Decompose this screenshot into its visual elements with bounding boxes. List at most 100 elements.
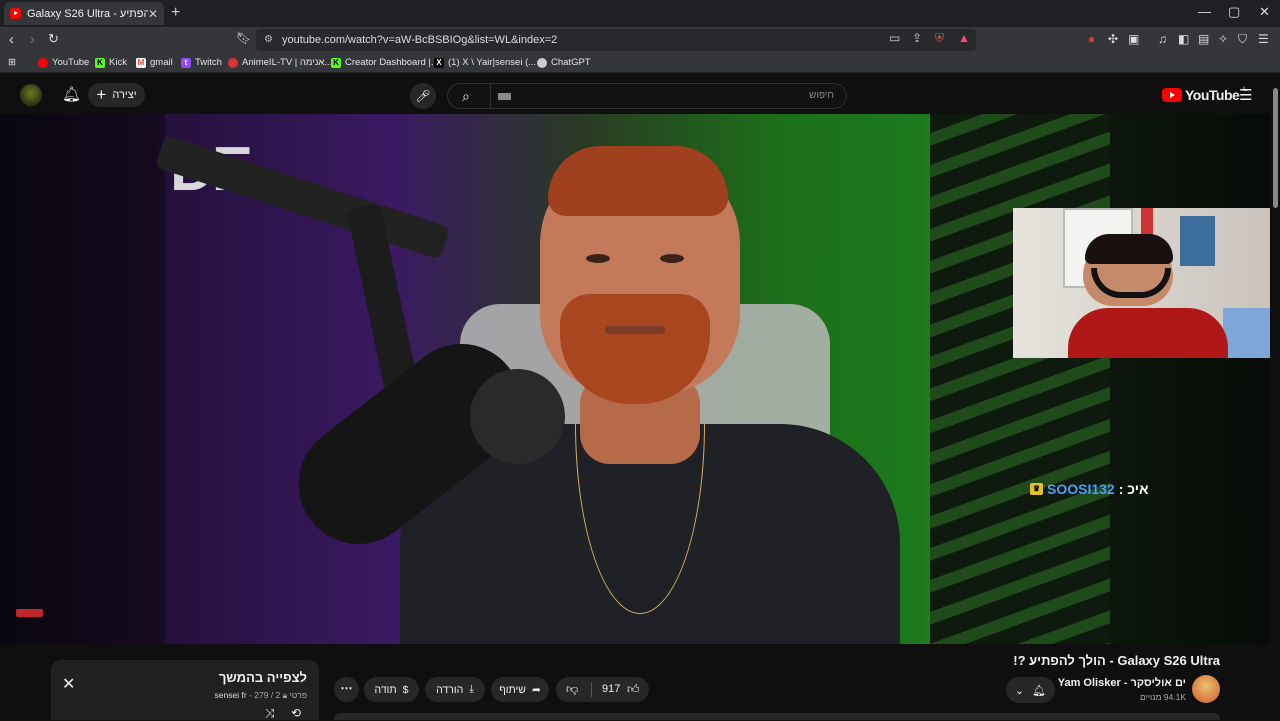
guide-menu-icon[interactable]: ☰ xyxy=(1239,86,1252,104)
channel-name[interactable]: Yam Olisker - ים אוליסקר xyxy=(1058,677,1186,689)
scrollbar-thumb[interactable] xyxy=(1273,88,1278,208)
close-tab-icon[interactable]: ✕ xyxy=(148,7,158,21)
reload-icon[interactable]: ↻ xyxy=(48,31,59,47)
bookmark-label: ChatGPT xyxy=(551,57,591,68)
cast-icon[interactable]: ▭ xyxy=(889,31,900,45)
webcam-poster xyxy=(1180,216,1215,266)
lock-icon: 🔒︎ xyxy=(282,690,288,700)
like-divider xyxy=(591,682,592,697)
screenshot-icon[interactable]: ▣ xyxy=(1128,32,1139,46)
share-button[interactable]: ➦ שיתוף xyxy=(491,677,549,702)
video-player[interactable]: DE איכ : SOOSI132 ♛ xyxy=(0,114,1270,644)
bookmark-label: AnimeIL-TV | אנימה... xyxy=(242,57,333,68)
like-icon[interactable]: 👍︎ xyxy=(627,682,640,697)
playlist-title[interactable]: לצפייה בהמשך xyxy=(219,670,307,685)
search-input[interactable]: ⌕ חיפוש xyxy=(447,83,847,109)
notifications-bell-icon: 🔔︎ xyxy=(1032,684,1047,697)
playlist-privacy: פרטי xyxy=(289,690,307,700)
keyboard-icon[interactable] xyxy=(498,93,511,100)
acoustic-panel-stripes xyxy=(930,114,1110,644)
sidebar-icon[interactable]: ◧ xyxy=(1178,32,1189,46)
bookmark-label: gmail xyxy=(150,57,173,68)
create-button[interactable]: יצירה + xyxy=(88,83,145,107)
browser-menu-icon[interactable]: ☰ xyxy=(1258,32,1269,46)
bookmark-creator-dashboard[interactable]: K Creator Dashboard |... xyxy=(331,57,439,68)
download-button[interactable]: ⤓ הורדה xyxy=(425,677,485,702)
tab-title: Galaxy S26 Ultra - הולך להפתיע xyxy=(27,7,148,20)
twitch-bookmark-icon: t xyxy=(181,57,191,68)
music-icon[interactable]: ♫ xyxy=(1158,32,1167,46)
plus-icon: + xyxy=(96,85,107,104)
account-avatar[interactable] xyxy=(20,84,42,106)
bookmarks-bar: ⊞ YouTube K Kick Mgmail t Twitch AnimeIL-T… xyxy=(0,53,1280,73)
dislike-icon[interactable]: 👎︎ xyxy=(566,682,578,697)
crown-badge-icon: ♛ xyxy=(1030,483,1043,495)
channel-avatar[interactable] xyxy=(1192,675,1220,703)
extensions-icon[interactable]: ✣ xyxy=(1108,32,1118,46)
address-bar[interactable]: ⚙ youtube.com/watch?v=aW-BcBSBIOg&list=W… xyxy=(256,29,976,51)
bookmark-label: Twitch xyxy=(195,57,222,68)
youtube-header: 🔔︎ יצירה + 🎤︎ ⌕ חיפוש YouTube IL ☰ xyxy=(0,76,1280,114)
share-page-icon[interactable]: ⇪ xyxy=(912,31,922,45)
chevron-down-icon: ⌄ xyxy=(1014,684,1025,697)
apps-icon[interactable]: ⊞ xyxy=(8,57,16,68)
youtube-logo[interactable]: YouTube IL xyxy=(1162,87,1247,103)
bookmark-twitch[interactable]: t Twitch xyxy=(181,57,222,68)
youtube-play-logo-icon xyxy=(1162,88,1182,102)
bookmark-kick[interactable]: K Kick xyxy=(95,57,127,68)
minimize-icon[interactable]: — xyxy=(1198,4,1211,19)
more-actions-button[interactable]: ⋯ xyxy=(334,677,359,702)
voice-search-mic-icon[interactable]: 🎤︎ xyxy=(410,83,436,109)
bookmark-label: YouTube xyxy=(52,57,90,68)
url-text: youtube.com/watch?v=aW-BcBSBIOg&list=WL&… xyxy=(282,34,558,46)
forward-icon[interactable]: › xyxy=(30,31,35,48)
notifications-bell-icon[interactable]: 🔔︎ xyxy=(62,85,81,103)
subscribe-watermark-icon[interactable] xyxy=(16,609,43,617)
share-label: שיתוף xyxy=(499,683,526,696)
thanks-button[interactable]: $ תודה xyxy=(364,677,419,702)
bookmark-chatgpt[interactable]: ChatGPT xyxy=(537,57,591,68)
bookmark-animeil[interactable]: AnimeIL-TV | אנימה... xyxy=(228,57,332,68)
brave-shield-icon[interactable]: ⛨ xyxy=(935,31,944,46)
kick-bookmark-icon: K xyxy=(331,57,341,68)
new-tab-button[interactable]: + xyxy=(171,4,180,22)
description-box[interactable] xyxy=(334,713,1220,720)
wallet-icon[interactable]: ▤ xyxy=(1198,32,1209,46)
bookmark-youtube[interactable]: YouTube xyxy=(38,57,89,68)
bookmark-icon[interactable]: 🔖︎ xyxy=(236,31,251,45)
back-icon[interactable]: ‹ xyxy=(9,31,14,48)
extension-record-icon[interactable]: ● xyxy=(1088,32,1095,46)
subscribed-notifications-button[interactable]: ⌄ 🔔︎ xyxy=(1006,677,1055,703)
leo-ai-icon[interactable]: ✧ xyxy=(1218,32,1228,46)
window-close-icon[interactable]: ✕ xyxy=(1259,4,1270,20)
download-label: הורדה xyxy=(436,683,464,696)
close-playlist-icon[interactable]: ✕ xyxy=(62,674,75,694)
like-dislike-bar: 👎︎ 917 👍︎ xyxy=(556,677,649,702)
animeil-bookmark-icon xyxy=(228,57,238,68)
download-icon: ⤓ xyxy=(469,683,474,695)
browser-tab-strip: Galaxy S26 Ultra - הולך להפתיע ✕ + — ▢ ✕ xyxy=(0,0,1280,27)
youtube-wordmark: YouTube xyxy=(1185,87,1240,103)
loop-icon[interactable]: ⟲ xyxy=(291,706,301,720)
bookmark-gmail[interactable]: Mgmail xyxy=(136,57,173,68)
webcam-streamer-shirt xyxy=(1068,308,1228,358)
vpn-icon[interactable]: ⛉ xyxy=(1238,32,1247,47)
chatgpt-bookmark-icon xyxy=(537,57,547,68)
shuffle-icon[interactable]: ⤨ xyxy=(265,706,275,721)
search-icon[interactable]: ⌕ xyxy=(462,88,470,105)
presenter-eye xyxy=(586,254,610,263)
browser-toolbar: ‹ › ↻ 🔖︎ ⚙ youtube.com/watch?v=aW-BcBSBI… xyxy=(0,27,1280,53)
maximize-icon[interactable]: ▢ xyxy=(1228,4,1240,20)
playlist-owner[interactable]: sensei fr xyxy=(215,690,247,700)
bookmark-x[interactable]: X (1) X \ Yair|sensei (... xyxy=(434,57,536,68)
bookmark-label: Kick xyxy=(109,57,127,68)
create-label: יצירה xyxy=(112,89,137,101)
site-info-icon[interactable]: ⚙ xyxy=(264,34,273,45)
playlist-position: 279 / 2 xyxy=(254,690,281,700)
youtube-favicon-icon xyxy=(10,8,21,19)
brave-rewards-icon[interactable]: ▲ xyxy=(958,31,970,45)
browser-tab-active[interactable]: Galaxy S26 Ultra - הולך להפתיע ✕ xyxy=(4,2,164,25)
gmail-bookmark-icon: M xyxy=(136,57,146,68)
page-scrollbar[interactable] xyxy=(1271,76,1280,720)
chat-message-text: איכ : xyxy=(1118,481,1149,497)
